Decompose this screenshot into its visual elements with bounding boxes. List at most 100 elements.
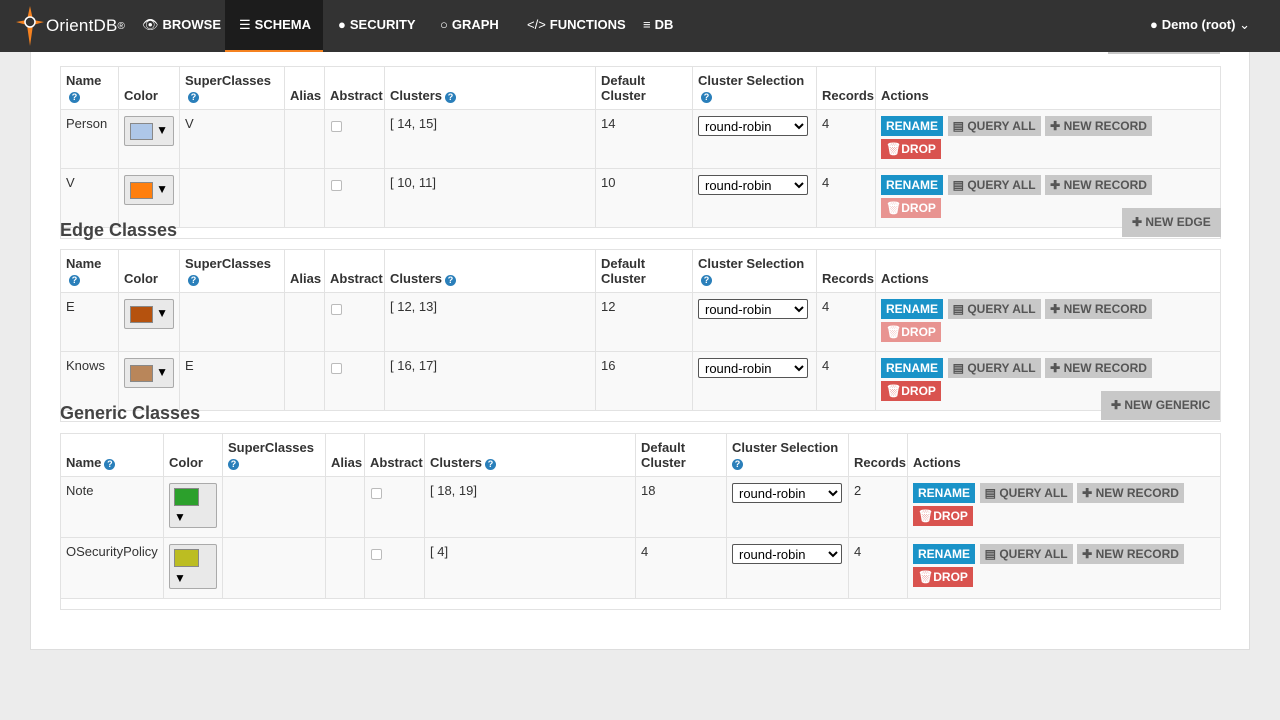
color-picker[interactable]: ▼: [169, 544, 217, 589]
class-name[interactable]: V: [60, 168, 119, 228]
col-abstract: Abstract: [324, 66, 385, 110]
help-icon[interactable]: ?: [445, 92, 457, 103]
color-picker[interactable]: ▼: [124, 299, 174, 329]
caret-down-icon: ▼: [156, 306, 168, 320]
color-picker[interactable]: ▼: [124, 358, 174, 388]
table-row: Knows ▼ E [ 16, 17] 16 round-robin 4 REN…: [60, 351, 1221, 411]
table-icon: ▤: [984, 486, 1000, 500]
help-icon[interactable]: ?: [69, 275, 80, 286]
clusters-value: [ 18, 19]: [424, 476, 636, 538]
new-record-button[interactable]: ✚ NEW RECORD: [1045, 299, 1152, 319]
col-records: Records: [848, 433, 908, 477]
abstract-checkbox[interactable]: [371, 488, 382, 499]
col-color: Color: [118, 249, 180, 293]
col-cluster-selection: Cluster Selection?: [692, 249, 817, 293]
nav-functions[interactable]: </> FUNCTIONS: [513, 0, 640, 52]
superclasses-value: [179, 292, 285, 352]
color-picker[interactable]: ▼: [124, 175, 174, 205]
new-record-button[interactable]: ✚ NEW RECORD: [1045, 358, 1152, 378]
cluster-selection-select[interactable]: round-robin: [732, 544, 842, 564]
help-icon[interactable]: ?: [485, 459, 497, 470]
drop-button[interactable]: 🗑DROP: [913, 567, 973, 587]
drop-button[interactable]: 🗑DROP: [881, 322, 941, 342]
col-default-cluster: Default Cluster: [595, 66, 693, 110]
rename-button[interactable]: RENAME: [913, 544, 976, 564]
color-picker[interactable]: ▼: [124, 116, 174, 146]
query-all-button[interactable]: ▤ QUERY ALL: [979, 544, 1073, 564]
query-all-button[interactable]: ▤ QUERY ALL: [979, 483, 1073, 503]
new-record-button[interactable]: ✚ NEW RECORD: [1077, 483, 1184, 503]
help-icon[interactable]: ?: [445, 275, 457, 286]
rename-button[interactable]: RENAME: [881, 116, 944, 136]
new-record-button[interactable]: ✚ NEW RECORD: [1045, 175, 1152, 195]
class-name[interactable]: Knows: [60, 351, 119, 411]
color-picker[interactable]: ▼: [169, 483, 217, 528]
table-row: V ▼ [ 10, 11] 10 round-robin 4 RENAME ▤ …: [60, 168, 1221, 228]
clusters-value: [ 16, 17]: [384, 351, 596, 411]
new-generic-button[interactable]: ✚ NEW GENERIC: [1101, 391, 1221, 420]
col-name[interactable]: Name?: [60, 66, 119, 110]
cluster-selection-select[interactable]: round-robin: [732, 483, 842, 503]
color-swatch: [130, 306, 153, 323]
class-name[interactable]: E: [60, 292, 119, 352]
new-edge-button[interactable]: ✚ NEW EDGE: [1122, 208, 1221, 237]
help-icon[interactable]: ?: [228, 459, 239, 470]
abstract-checkbox[interactable]: [331, 363, 342, 374]
caret-down-icon: ▼: [156, 182, 168, 196]
help-icon[interactable]: ?: [69, 92, 80, 103]
records-value: 4: [816, 292, 876, 352]
abstract-checkbox[interactable]: [371, 549, 382, 560]
help-icon[interactable]: ?: [188, 275, 199, 286]
cluster-selection-select[interactable]: round-robin: [698, 116, 808, 136]
cluster-selection-select[interactable]: round-robin: [698, 358, 808, 378]
caret-down-icon: ▼: [174, 571, 186, 585]
nav-schema[interactable]: ☰ SCHEMA: [225, 0, 323, 52]
query-all-button[interactable]: ▤ QUERY ALL: [947, 358, 1041, 378]
new-record-button[interactable]: ✚ NEW RECORD: [1045, 116, 1152, 136]
query-all-button[interactable]: ▤ QUERY ALL: [947, 175, 1041, 195]
user-icon: ●: [1149, 17, 1158, 32]
cluster-selection-select[interactable]: round-robin: [698, 175, 808, 195]
rename-button[interactable]: RENAME: [913, 483, 976, 503]
drop-button[interactable]: 🗑DROP: [881, 139, 941, 159]
col-cluster-selection: Cluster Selection?: [726, 433, 849, 477]
help-icon[interactable]: ?: [701, 92, 712, 103]
abstract-checkbox[interactable]: [331, 180, 342, 191]
superclasses-value: V: [179, 109, 285, 169]
nav-security[interactable]: ● SECURITY: [324, 0, 430, 52]
alias-value: [325, 476, 365, 538]
drop-button[interactable]: 🗑DROP: [881, 198, 941, 218]
query-all-button[interactable]: ▤ QUERY ALL: [947, 299, 1041, 319]
class-name[interactable]: Person: [60, 109, 119, 169]
table-icon: ▤: [984, 547, 1000, 561]
abstract-checkbox[interactable]: [331, 304, 342, 315]
help-icon[interactable]: ?: [732, 459, 743, 470]
nav-db[interactable]: ≡ DB: [629, 0, 687, 52]
alias-value: [325, 537, 365, 599]
rename-button[interactable]: RENAME: [881, 299, 944, 319]
class-name[interactable]: OSecurityPolicy: [60, 537, 164, 599]
col-abstract: Abstract: [364, 433, 425, 477]
rename-button[interactable]: RENAME: [881, 175, 944, 195]
class-name[interactable]: Note: [60, 476, 164, 538]
user-menu[interactable]: ● Demo (root) ⌄: [1136, 0, 1264, 52]
nav-browse[interactable]: 👁 BROWSE: [128, 0, 235, 52]
rename-button[interactable]: RENAME: [881, 358, 944, 378]
abstract-checkbox[interactable]: [331, 121, 342, 132]
drop-button[interactable]: 🗑DROP: [881, 381, 941, 401]
new-record-button[interactable]: ✚ NEW RECORD: [1077, 544, 1184, 564]
col-name[interactable]: Name?: [60, 433, 164, 477]
help-icon[interactable]: ?: [104, 459, 116, 470]
col-actions: Actions: [875, 66, 1221, 110]
orientdb-logo[interactable]: OrientDB®: [14, 4, 125, 48]
nav-graph[interactable]: ○ GRAPH: [426, 0, 513, 52]
records-value: 2: [848, 476, 908, 538]
col-clusters: Clusters?: [384, 249, 596, 293]
drop-button[interactable]: 🗑DROP: [913, 506, 973, 526]
help-icon[interactable]: ?: [701, 275, 712, 286]
col-name[interactable]: Name?: [60, 249, 119, 293]
cluster-selection-select[interactable]: round-robin: [698, 299, 808, 319]
help-icon[interactable]: ?: [188, 92, 199, 103]
query-all-button[interactable]: ▤ QUERY ALL: [947, 116, 1041, 136]
records-value: 4: [816, 351, 876, 411]
